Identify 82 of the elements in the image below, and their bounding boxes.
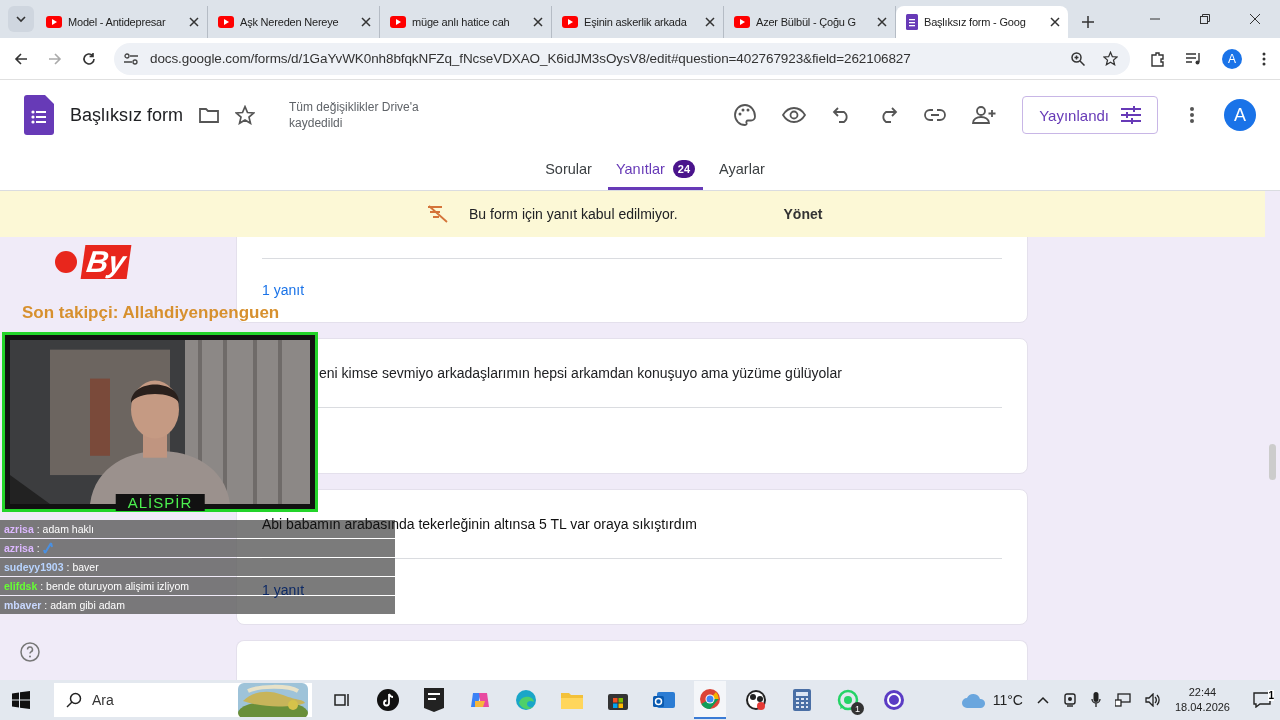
form-tab[interactable]: Sorular <box>537 150 600 190</box>
caret-icon[interactable] <box>1036 696 1049 704</box>
tab-title: müge anlı hatice cah <box>412 16 511 28</box>
tab-title: Azer Bülbül - Çoğu G <box>756 16 857 28</box>
close-icon[interactable] <box>1050 17 1060 27</box>
chat-username: elifdsk <box>4 580 38 592</box>
account-avatar[interactable]: A <box>1224 99 1256 131</box>
notification-badge: 1 <box>851 702 864 715</box>
play-icon <box>562 16 578 28</box>
add-person-icon[interactable] <box>972 106 997 124</box>
site-settings-icon[interactable] <box>124 52 138 65</box>
palette-icon[interactable] <box>734 104 757 126</box>
play-icon <box>46 16 62 28</box>
last-follower-text: Son takipçi: Allahdiyenpenguen <box>22 303 280 323</box>
extensions-icon[interactable] <box>1150 50 1166 67</box>
play-icon <box>390 16 406 28</box>
form-icon <box>906 14 918 30</box>
banner-message: Bu form için yanıt kabul edilmiyor. <box>469 206 678 222</box>
publish-button[interactable]: Yayınlandı <box>1022 96 1158 134</box>
media-icon[interactable] <box>1186 51 1202 66</box>
sliders-icon <box>1121 106 1141 124</box>
caret-icon <box>15 13 27 25</box>
folder-icon[interactable] <box>199 107 220 123</box>
chat-text: : baver <box>66 561 99 573</box>
temperature-text: 11°C <box>992 692 1023 708</box>
more-icon[interactable] <box>1190 107 1194 123</box>
save-status: Tüm değişiklikler Drive'a kaydedildi <box>289 99 420 131</box>
play-icon <box>734 16 750 28</box>
tab-title: Eşinin askerlik arkada <box>584 16 688 28</box>
windows-start-icon[interactable] <box>12 691 30 709</box>
tab-title: Başlıksız form - Goog <box>924 16 1027 28</box>
streamer-name: ALİSPİR <box>115 494 205 511</box>
tab-search-button[interactable] <box>8 6 34 32</box>
form-tab[interactable]: Ayarlar <box>711 150 773 190</box>
clock-time[interactable]: 22:44 <box>1188 685 1217 700</box>
chat-username: azrisa <box>4 523 34 535</box>
chat-username: mbaver <box>4 599 42 611</box>
no-responses-icon <box>427 205 449 223</box>
new-tab-icon[interactable] <box>1082 16 1094 28</box>
chat-text: : bende oturuyom alişimi izliyom <box>40 580 190 592</box>
restore-icon[interactable] <box>1200 14 1210 24</box>
close-icon[interactable] <box>705 17 715 27</box>
play-icon <box>218 16 234 28</box>
address-bar[interactable]: docs.google.com/forms/d/1GaYvWK0nh8bfqkNFZq_fNcseVDXAO_K6idJM3sOysV8/edit#question=402767923&field=262106827 <box>114 42 1130 75</box>
close-icon[interactable] <box>877 17 887 27</box>
close-icon[interactable] <box>189 17 199 27</box>
browser-tab[interactable]: Başlıksız form - Goog <box>896 6 1068 38</box>
count-badge: 24 <box>672 159 696 178</box>
response-text: eni kimse sevmiyo arkadaşlarımın hepsi arkamdan konuşuyo ama yüzüme gülüyolar <box>318 364 843 383</box>
close-icon[interactable] <box>361 17 371 27</box>
profile-avatar[interactable]: A <box>1222 48 1242 69</box>
tab-title: Aşk Nereden Nereye <box>240 16 340 28</box>
stream-logo: By <box>55 245 130 279</box>
reload-icon[interactable] <box>82 51 96 66</box>
help-icon[interactable] <box>20 642 40 662</box>
taskbar-search-field[interactable]: Ara <box>54 683 312 717</box>
chat-text: : adam gibi adam <box>44 599 125 611</box>
clock-date[interactable]: 18.04.2026 <box>1174 700 1230 715</box>
tab-title: Model - Antidepresar <box>68 16 167 28</box>
link-icon[interactable] <box>924 109 947 121</box>
microphone-icon[interactable] <box>1090 692 1101 708</box>
chat-text: : <box>36 542 40 554</box>
chat-text: : adam haklı <box>36 523 94 535</box>
camera-icon[interactable] <box>1062 693 1077 707</box>
preview-eye-icon[interactable] <box>782 107 807 123</box>
forms-logo-icon <box>24 95 54 135</box>
speaker-icon[interactable] <box>1144 693 1161 707</box>
url-text: docs.google.com/forms/d/1GaYvWK0nh8bfqkNFZq_fNcseVDXAO_K6idJM3sOysV8/edit#question=402767923&field=262106827 <box>150 51 911 66</box>
star-icon[interactable] <box>1103 51 1118 66</box>
network-icon[interactable] <box>1114 693 1131 707</box>
chat-username: azrisa <box>4 542 34 554</box>
chat-username: sudeyy1903 <box>4 561 64 573</box>
manage-button[interactable]: Yönet <box>777 205 829 223</box>
zoom-icon[interactable] <box>1071 51 1085 66</box>
search-icon <box>66 692 82 708</box>
form-title[interactable]: Başlıksız form <box>70 104 184 126</box>
back-icon[interactable] <box>14 51 28 66</box>
more-icon[interactable] <box>1262 51 1266 66</box>
chrome-icon[interactable] <box>694 681 726 719</box>
close-icon[interactable] <box>1250 14 1260 24</box>
star-icon[interactable] <box>235 105 256 125</box>
close-icon[interactable] <box>533 17 543 27</box>
